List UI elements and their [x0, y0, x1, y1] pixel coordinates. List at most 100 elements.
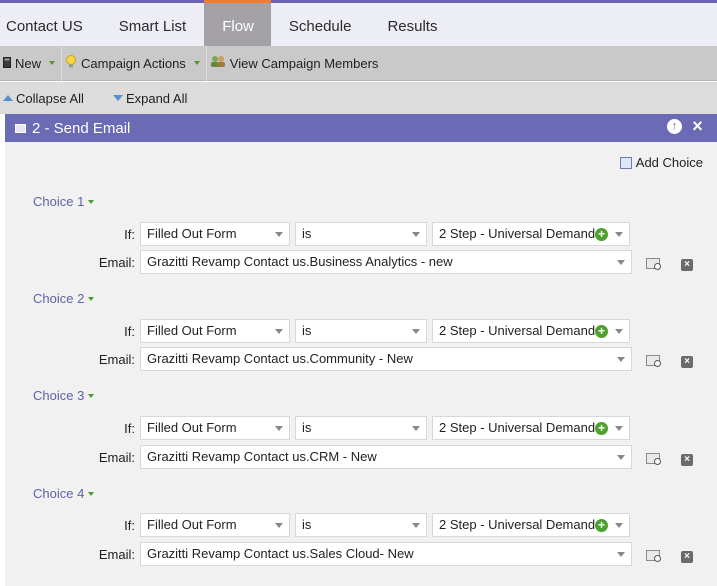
- expand-all-button[interactable]: Expand All: [112, 91, 187, 106]
- chevron-down-icon: [615, 232, 623, 237]
- chevron-down-icon: [49, 61, 56, 65]
- if-label: If:: [124, 518, 135, 533]
- chevron-down-icon: [412, 426, 420, 431]
- add-icon[interactable]: +: [595, 519, 608, 532]
- tab-smart-list[interactable]: Smart List: [101, 3, 205, 46]
- flow-step-header[interactable]: 2 - Send Email ↑ ×: [5, 114, 717, 142]
- chevron-down-icon: [88, 491, 95, 496]
- chevron-down-icon: [275, 523, 283, 528]
- new-document-icon: [3, 56, 11, 71]
- add-icon[interactable]: +: [595, 228, 608, 241]
- chevron-down-icon: [615, 329, 623, 334]
- chevron-down-icon: [615, 523, 623, 528]
- view-campaign-members-button[interactable]: View Campaign Members: [207, 46, 385, 81]
- chevron-down-icon: [275, 426, 283, 431]
- chevron-down-icon: [275, 232, 283, 237]
- operator-select[interactable]: is: [295, 513, 427, 537]
- email-label: Email:: [98, 352, 135, 367]
- preview-icon[interactable]: [646, 355, 661, 367]
- condition-field-select[interactable]: Filled Out Form: [140, 416, 290, 440]
- new-label: New: [15, 55, 42, 71]
- collapse-icon: [3, 95, 13, 101]
- chevron-down-icon: [617, 260, 625, 265]
- operator-select[interactable]: is: [295, 416, 427, 440]
- delete-icon[interactable]: ×: [681, 551, 693, 563]
- operator-value: is: [302, 420, 312, 435]
- condition-field-select[interactable]: Filled Out Form: [140, 319, 290, 343]
- preview-icon[interactable]: [646, 258, 661, 270]
- operator-select[interactable]: is: [295, 319, 427, 343]
- delete-icon[interactable]: ×: [681, 454, 693, 466]
- chevron-down-icon: [88, 296, 95, 301]
- toolbar: New Campaign Actions View Campaign Membe…: [0, 45, 717, 81]
- add-choice-button[interactable]: Add Choice: [619, 155, 703, 170]
- condition-field-value: Filled Out Form: [147, 226, 237, 241]
- tab-schedule[interactable]: Schedule: [271, 3, 370, 46]
- email-select[interactable]: Grazitti Revamp Contact us.CRM - New: [140, 445, 632, 469]
- email-value: Grazitti Revamp Contact us.CRM - New: [147, 449, 377, 464]
- choice-2-label[interactable]: Choice 2: [33, 291, 95, 306]
- form-value-select[interactable]: 2 Step - Universal Demand +: [432, 319, 630, 343]
- form-value: 2 Step - Universal Demand: [439, 517, 596, 532]
- condition-field-select[interactable]: Filled Out Form: [140, 513, 290, 537]
- chevron-down-icon: [615, 426, 623, 431]
- choice-4-label[interactable]: Choice 4: [33, 486, 95, 501]
- collapse-all-label: Collapse All: [16, 90, 84, 106]
- chevron-down-icon: [412, 329, 420, 334]
- campaign-actions-button[interactable]: Campaign Actions: [62, 46, 206, 81]
- operator-select[interactable]: is: [295, 222, 427, 246]
- condition-field-value: Filled Out Form: [147, 420, 237, 435]
- campaign-actions-label: Campaign Actions: [81, 55, 186, 71]
- choice-3-label[interactable]: Choice 3: [33, 388, 95, 403]
- preview-icon[interactable]: [646, 550, 661, 562]
- tab-bar: Contact US Smart List Flow Schedule Resu…: [0, 0, 717, 46]
- flow-step-panel: 2 - Send Email ↑ × Add Choice Choice 1 I…: [5, 114, 717, 586]
- email-select[interactable]: Grazitti Revamp Contact us.Business Anal…: [140, 250, 632, 274]
- email-value: Grazitti Revamp Contact us.Sales Cloud- …: [147, 546, 414, 561]
- email-label: Email:: [98, 547, 135, 562]
- email-select[interactable]: Grazitti Revamp Contact us.Community - N…: [140, 347, 632, 371]
- add-icon[interactable]: +: [595, 325, 608, 338]
- if-label: If:: [124, 421, 135, 436]
- chevron-down-icon: [617, 357, 625, 362]
- collapse-all-button[interactable]: Collapse All: [3, 91, 84, 106]
- add-icon[interactable]: +: [595, 422, 608, 435]
- people-icon: [210, 55, 226, 71]
- form-value: 2 Step - Universal Demand: [439, 323, 596, 338]
- chevron-down-icon: [88, 393, 95, 398]
- email-label: Email:: [98, 450, 135, 465]
- choice-label-text: Choice 3: [33, 388, 85, 403]
- operator-value: is: [302, 226, 312, 241]
- form-value-select[interactable]: 2 Step - Universal Demand +: [432, 416, 630, 440]
- close-icon[interactable]: ×: [690, 117, 705, 135]
- new-button[interactable]: New: [0, 46, 61, 81]
- choice-label-text: Choice 4: [33, 486, 85, 501]
- chevron-down-icon: [617, 552, 625, 557]
- tab-flow[interactable]: Flow: [204, 0, 271, 46]
- email-step-icon: [15, 123, 26, 133]
- form-value: 2 Step - Universal Demand: [439, 420, 596, 435]
- email-select[interactable]: Grazitti Revamp Contact us.Sales Cloud- …: [140, 542, 632, 566]
- tab-results[interactable]: Results: [369, 3, 455, 46]
- choice-label-text: Choice 2: [33, 291, 85, 306]
- condition-field-value: Filled Out Form: [147, 517, 237, 532]
- expand-icon: [112, 95, 123, 101]
- operator-value: is: [302, 323, 312, 338]
- choice-1-label[interactable]: Choice 1: [33, 194, 95, 209]
- chevron-down-icon: [88, 199, 95, 204]
- chevron-down-icon: [193, 61, 200, 65]
- move-up-icon[interactable]: ↑: [667, 119, 682, 134]
- email-label: Email:: [98, 255, 135, 270]
- form-value-select[interactable]: 2 Step - Universal Demand +: [432, 513, 630, 537]
- delete-icon[interactable]: ×: [681, 356, 693, 368]
- delete-icon[interactable]: ×: [681, 259, 693, 271]
- condition-field-select[interactable]: Filled Out Form: [140, 222, 290, 246]
- chevron-down-icon: [412, 232, 420, 237]
- chevron-down-icon: [412, 523, 420, 528]
- form-value-select[interactable]: 2 Step - Universal Demand +: [432, 222, 630, 246]
- preview-icon[interactable]: [646, 453, 661, 465]
- view-campaign-members-label: View Campaign Members: [229, 55, 379, 71]
- add-choice-label: Add Choice: [635, 155, 703, 170]
- email-value: Grazitti Revamp Contact us.Business Anal…: [147, 254, 453, 269]
- tab-contact-us[interactable]: Contact US: [0, 3, 101, 46]
